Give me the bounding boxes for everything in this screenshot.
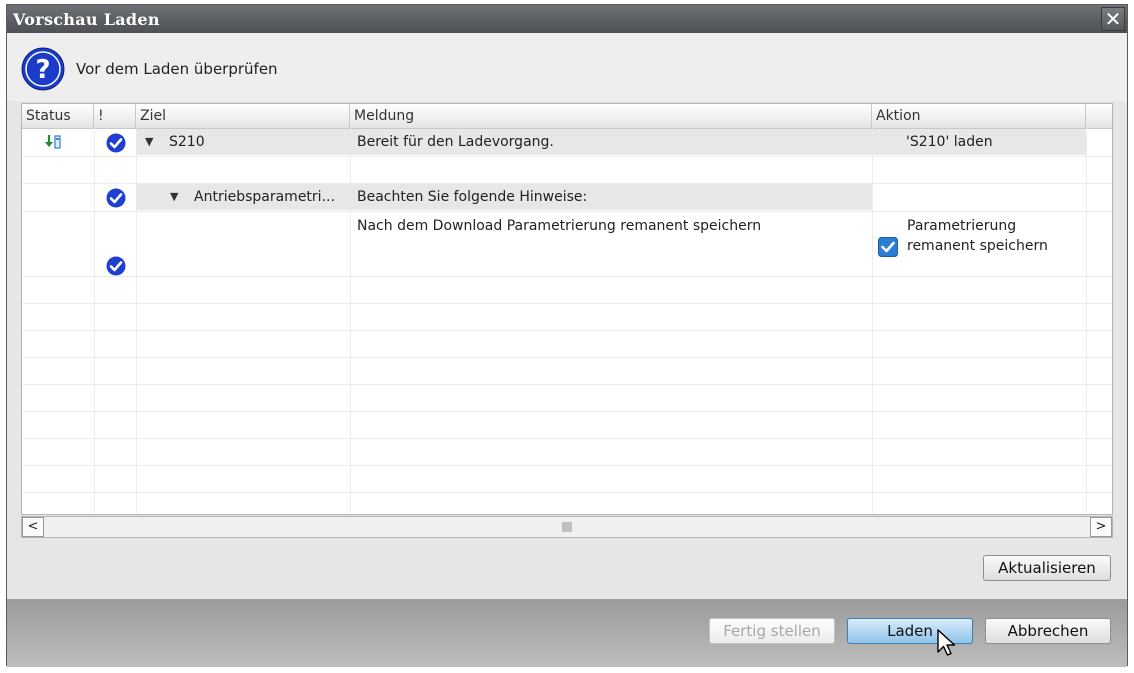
- window-title: Vorschau Laden: [13, 10, 160, 29]
- aktion-label-line1: Parametrierung: [907, 218, 1017, 234]
- svg-text:?: ?: [35, 55, 50, 85]
- dialog-header: ? Vor dem Laden überprüfen: [7, 33, 1127, 101]
- column-divider: [1086, 128, 1087, 514]
- expand-triangle-icon[interactable]: ▼: [145, 135, 153, 148]
- scroll-thumb-grip[interactable]: [562, 522, 572, 532]
- check-icon: [106, 133, 126, 153]
- dialog-footer: Fertig stellen Laden Abbrechen: [7, 599, 1127, 667]
- meldung-cell: Bereit für den Ladevorgang.: [357, 134, 554, 150]
- meldung-cell: Beachten Sie folgende Hinweise:: [357, 189, 588, 205]
- checkbox-icon[interactable]: [878, 237, 898, 257]
- column-header-excl[interactable]: !: [94, 104, 136, 128]
- column-header-ziel[interactable]: Ziel: [136, 104, 350, 128]
- header-text: Vor dem Laden überprüfen: [76, 60, 278, 78]
- load-preview-dialog: Vorschau Laden ✕ ? Vor dem Laden überprü…: [6, 4, 1128, 667]
- check-icon: [106, 256, 126, 276]
- column-divider: [94, 128, 95, 514]
- scroll-left-button[interactable]: <: [22, 517, 44, 537]
- finish-button[interactable]: Fertig stellen: [709, 618, 835, 644]
- ziel-cell: S210: [169, 134, 205, 150]
- close-button[interactable]: ✕: [1101, 7, 1125, 31]
- question-icon: ?: [21, 47, 65, 91]
- mouse-cursor-icon: [937, 629, 956, 656]
- column-divider: [872, 128, 873, 514]
- table-header: Status ! Ziel Meldung Aktion: [22, 104, 1112, 129]
- column-header-aktion[interactable]: Aktion: [872, 104, 1086, 128]
- scroll-right-button[interactable]: >: [1090, 517, 1112, 537]
- chevron-left-icon: <: [27, 519, 39, 534]
- meldung-cell: Nach dem Download Parametrierung remanen…: [357, 218, 762, 234]
- cancel-button[interactable]: Abbrechen: [985, 618, 1111, 644]
- load-preview-table: Status ! Ziel Meldung Aktion ▼ S210 Bere…: [21, 103, 1113, 515]
- title-bar: Vorschau Laden ✕: [7, 5, 1127, 33]
- check-icon: [106, 188, 126, 208]
- horizontal-scrollbar[interactable]: < >: [21, 516, 1113, 538]
- ziel-cell: Antriebsparametri...: [194, 189, 335, 205]
- close-icon: ✕: [1104, 7, 1122, 31]
- column-header-status[interactable]: Status: [22, 104, 94, 128]
- aktion-cell[interactable]: 'S210' laden: [906, 134, 993, 150]
- expand-triangle-icon[interactable]: ▼: [170, 190, 178, 203]
- column-header-meldung[interactable]: Meldung: [350, 104, 872, 128]
- chevron-right-icon: >: [1095, 519, 1107, 534]
- download-status-icon: [45, 135, 61, 149]
- refresh-button[interactable]: Aktualisieren: [983, 555, 1111, 581]
- aktion-label-line2: remanent speichern: [907, 238, 1048, 254]
